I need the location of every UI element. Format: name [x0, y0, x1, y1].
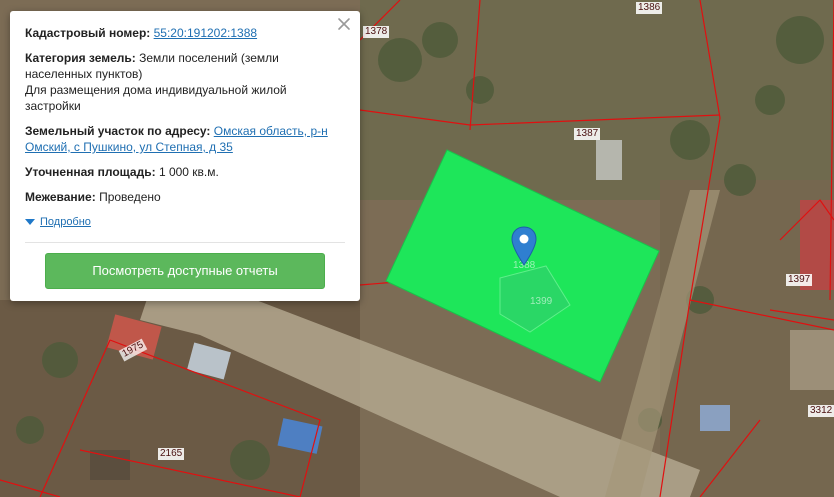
- view-reports-button[interactable]: Посмотреть доступные отчеты: [45, 253, 325, 289]
- survey-row: Межевание: Проведено: [25, 189, 345, 205]
- parcel-info-popup: Кадастровый номер: 55:20:191202:1388 Кат…: [10, 11, 360, 301]
- cadastral-label: Кадастровый номер:: [25, 26, 151, 40]
- address-row: Земельный участок по адресу: Омская обла…: [25, 123, 345, 155]
- popup-divider: [25, 242, 345, 243]
- cadastral-row: Кадастровый номер: 55:20:191202:1388: [25, 25, 345, 41]
- area-label: Уточненная площадь:: [25, 165, 156, 179]
- parcel-label-1399: 1399: [530, 296, 553, 307]
- parcel-label-1387: 1387: [574, 128, 601, 140]
- area-value: 1 000 кв.м.: [158, 165, 219, 179]
- survey-value: Проведено: [99, 190, 161, 204]
- satellite-map[interactable]: 1386 1378 1387 1397 1388 1399 1975 2165 …: [0, 0, 834, 497]
- parcel-label-1397: 1397: [786, 274, 813, 286]
- close-icon[interactable]: [337, 17, 351, 31]
- category-label: Категория земель:: [25, 51, 136, 65]
- permitted-use-text: Для размещения дома индивидуальной жилой…: [25, 83, 287, 113]
- details-link[interactable]: Подробно: [40, 214, 91, 230]
- cadastral-number-link[interactable]: 55:20:191202:1388: [154, 26, 257, 40]
- map-pin-icon[interactable]: [511, 226, 537, 266]
- parcel-label-1386: 1386: [636, 2, 663, 14]
- details-toggle[interactable]: Подробно: [25, 214, 345, 230]
- caret-down-icon: [25, 219, 35, 225]
- survey-label: Межевание:: [25, 190, 96, 204]
- area-row: Уточненная площадь: 1 000 кв.м.: [25, 164, 345, 180]
- address-label: Земельный участок по адресу:: [25, 124, 211, 138]
- parcel-label-3312: 3312: [808, 405, 834, 417]
- parcel-label-1378: 1378: [363, 26, 390, 38]
- category-row: Категория земель: Земли поселений (земли…: [25, 50, 345, 114]
- parcel-label-2165: 2165: [158, 448, 185, 460]
